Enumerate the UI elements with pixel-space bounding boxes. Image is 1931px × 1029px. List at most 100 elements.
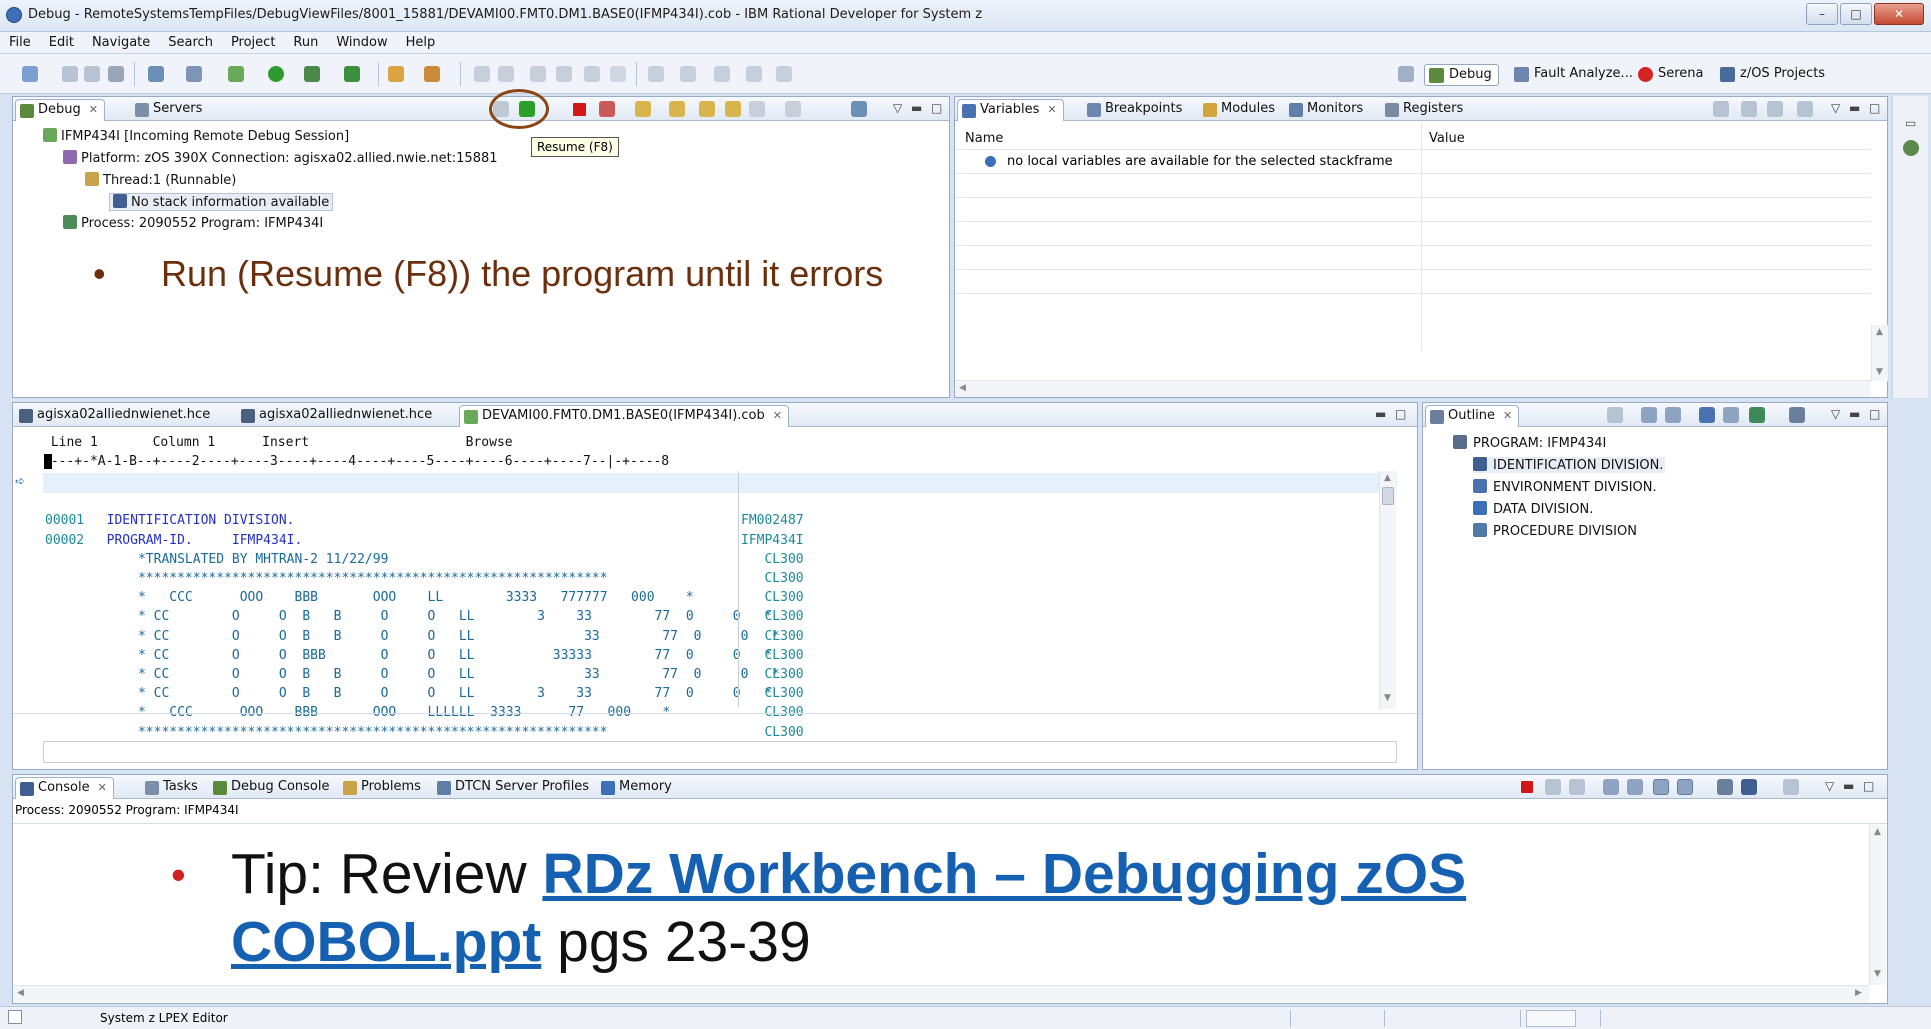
code-area[interactable]: IDENTIFICATION DIVISION. PROGRAM-ID. IFM… bbox=[91, 473, 780, 780]
terminate-console-icon[interactable] bbox=[1521, 781, 1533, 793]
tree-stack[interactable]: No stack information available bbox=[109, 193, 334, 211]
close-tab-icon[interactable]: ✕ bbox=[98, 781, 107, 794]
console-horizontal-scrollbar[interactable]: ◀ ▶ bbox=[13, 985, 1869, 1002]
close-tab-icon[interactable]: ✕ bbox=[1503, 409, 1512, 422]
last-edit-icon[interactable] bbox=[714, 66, 730, 82]
maximize-view-icon[interactable]: □ bbox=[1869, 407, 1880, 421]
sort-outline-icon[interactable] bbox=[1607, 407, 1623, 423]
fast-view-icon[interactable] bbox=[8, 1010, 22, 1024]
vertical-scrollbar[interactable]: ▲ ▼ bbox=[1871, 325, 1888, 381]
show-on-error-icon[interactable] bbox=[1677, 779, 1693, 795]
skip-icon[interactable] bbox=[584, 66, 600, 82]
view-menu-icon[interactable]: ▽ bbox=[893, 101, 902, 115]
tree-process[interactable]: Process: 2090552 Program: IFMP434I bbox=[63, 215, 323, 231]
menu-search[interactable]: Search bbox=[159, 32, 222, 50]
back-icon[interactable] bbox=[746, 66, 762, 82]
pencil-icon[interactable] bbox=[424, 66, 440, 82]
maximize-button[interactable]: □ bbox=[1840, 3, 1872, 25]
step-into-icon[interactable] bbox=[635, 101, 651, 117]
column-name[interactable]: Name bbox=[965, 131, 1003, 146]
maximize-view-icon[interactable]: □ bbox=[1869, 101, 1880, 115]
menu-window[interactable]: Window bbox=[327, 32, 396, 50]
open-perspective-icon[interactable] bbox=[1398, 66, 1414, 82]
outline-identification[interactable]: IDENTIFICATION DIVISION. bbox=[1473, 457, 1666, 473]
outline-procedure[interactable]: PROCEDURE DIVISION bbox=[1473, 523, 1637, 539]
remove-all-icon[interactable] bbox=[1569, 779, 1585, 795]
menu-edit[interactable]: Edit bbox=[40, 32, 83, 50]
terminate-icon[interactable] bbox=[573, 103, 586, 116]
tab-cob-file[interactable]: DEVAMI00.FMT0.DM1.BASE0(IFMP434I).cob ✕ bbox=[459, 405, 789, 427]
filter-icon[interactable] bbox=[1665, 407, 1681, 423]
tab-outline[interactable]: Outline ✕ bbox=[1425, 405, 1520, 427]
use-step-filters-icon[interactable] bbox=[530, 66, 546, 82]
minimize-view-icon[interactable]: ▬ bbox=[911, 101, 922, 115]
tip-link[interactable]: RDz Workbench – Debugging zOS bbox=[542, 842, 1466, 906]
perspective-zos-projects[interactable]: z/OS Projects bbox=[1716, 64, 1831, 86]
tab-problems[interactable]: Problems bbox=[339, 777, 427, 799]
close-tab-icon[interactable]: ✕ bbox=[773, 409, 782, 422]
console-vertical-scrollbar[interactable]: ▲ ▼ bbox=[1869, 825, 1886, 985]
next-annotation-icon[interactable] bbox=[648, 66, 664, 82]
animated-step-icon[interactable] bbox=[725, 101, 741, 117]
outline-program[interactable]: PROGRAM: IFMP434I bbox=[1453, 435, 1606, 451]
show-on-output-icon[interactable] bbox=[1653, 779, 1669, 795]
tab-monitors[interactable]: Monitors bbox=[1285, 99, 1369, 121]
restore-icon[interactable]: ▭ bbox=[1905, 116, 1916, 130]
minimize-button[interactable]: – bbox=[1806, 3, 1838, 25]
close-tab-icon[interactable]: ✕ bbox=[89, 103, 98, 116]
tab-debug[interactable]: Debug ✕ bbox=[15, 99, 105, 121]
minimize-view-icon[interactable]: ▬ bbox=[1375, 407, 1386, 421]
step-filter-debug-icon[interactable] bbox=[785, 101, 801, 117]
previous-annotation-icon[interactable] bbox=[680, 66, 696, 82]
maximize-view-icon[interactable]: □ bbox=[1863, 779, 1874, 793]
menu-navigate[interactable]: Navigate bbox=[83, 32, 159, 50]
save-all-icon[interactable] bbox=[84, 66, 100, 82]
maximize-view-icon[interactable]: □ bbox=[1395, 407, 1406, 421]
tree-session[interactable]: IFMP434I [Incoming Remote Debug Session] bbox=[43, 128, 349, 144]
outline-environment[interactable]: ENVIRONMENT DIVISION. bbox=[1473, 479, 1657, 495]
display-console-icon[interactable] bbox=[1741, 779, 1757, 795]
print-outline-icon[interactable] bbox=[1641, 407, 1657, 423]
external-tools-icon[interactable] bbox=[304, 66, 320, 82]
tab-servers[interactable]: Servers bbox=[131, 99, 208, 121]
menu-run[interactable]: Run bbox=[284, 32, 327, 50]
step-over-icon[interactable] bbox=[669, 101, 685, 117]
minimize-view-icon[interactable]: ▬ bbox=[1849, 101, 1860, 115]
build-icon[interactable] bbox=[148, 66, 164, 82]
outline-menu-icon[interactable] bbox=[1789, 407, 1805, 423]
tab-breakpoints[interactable]: Breakpoints bbox=[1083, 99, 1188, 121]
tab-debug-console[interactable]: Debug Console bbox=[209, 777, 336, 799]
debug-menu-icon[interactable] bbox=[851, 101, 867, 117]
collapse-icon[interactable] bbox=[1713, 101, 1729, 117]
close-button[interactable]: ✕ bbox=[1874, 3, 1924, 25]
annotation-icon[interactable] bbox=[610, 66, 626, 82]
drop-frame-icon[interactable] bbox=[556, 66, 572, 82]
view-menu-icon[interactable]: ▽ bbox=[1831, 101, 1840, 115]
command-line-input[interactable] bbox=[43, 741, 1397, 763]
menu-project[interactable]: Project bbox=[222, 32, 284, 50]
disconnect-icon[interactable] bbox=[599, 101, 615, 117]
forward-icon[interactable] bbox=[776, 66, 792, 82]
tab-dtcn-server-profiles[interactable]: DTCN Server Profiles bbox=[433, 777, 595, 799]
perspective-fault-analyzer[interactable]: Fault Analyze... bbox=[1510, 64, 1639, 86]
tab-registers[interactable]: Registers bbox=[1381, 99, 1469, 121]
minimize-view-icon[interactable]: ▬ bbox=[1849, 407, 1860, 421]
tree-thread[interactable]: Thread:1 (Runnable) bbox=[85, 172, 236, 188]
run-icon[interactable] bbox=[268, 66, 284, 82]
close-tab-icon[interactable]: ✕ bbox=[1047, 103, 1056, 116]
print-icon[interactable] bbox=[108, 66, 124, 82]
open-folder-icon[interactable] bbox=[388, 66, 404, 82]
scroll-thumb[interactable] bbox=[1382, 487, 1394, 505]
step-return-debug-icon[interactable] bbox=[699, 101, 715, 117]
clear-console-icon[interactable] bbox=[1603, 779, 1619, 795]
sync-icon[interactable] bbox=[1749, 407, 1765, 423]
horizontal-scrollbar[interactable]: ◀ bbox=[955, 380, 1871, 397]
outline-data[interactable]: DATA DIVISION. bbox=[1473, 501, 1593, 517]
tip-link-continued[interactable]: COBOL.ppt bbox=[231, 910, 541, 974]
minimized-view-icon[interactable] bbox=[1903, 140, 1919, 156]
remote-icon[interactable] bbox=[186, 66, 202, 82]
view-menu-icon[interactable]: ▽ bbox=[1831, 407, 1840, 421]
perspective-debug[interactable]: Debug bbox=[1424, 64, 1499, 86]
remove-launch-icon[interactable] bbox=[1545, 779, 1561, 795]
maximize-view-icon[interactable]: □ bbox=[931, 101, 942, 115]
